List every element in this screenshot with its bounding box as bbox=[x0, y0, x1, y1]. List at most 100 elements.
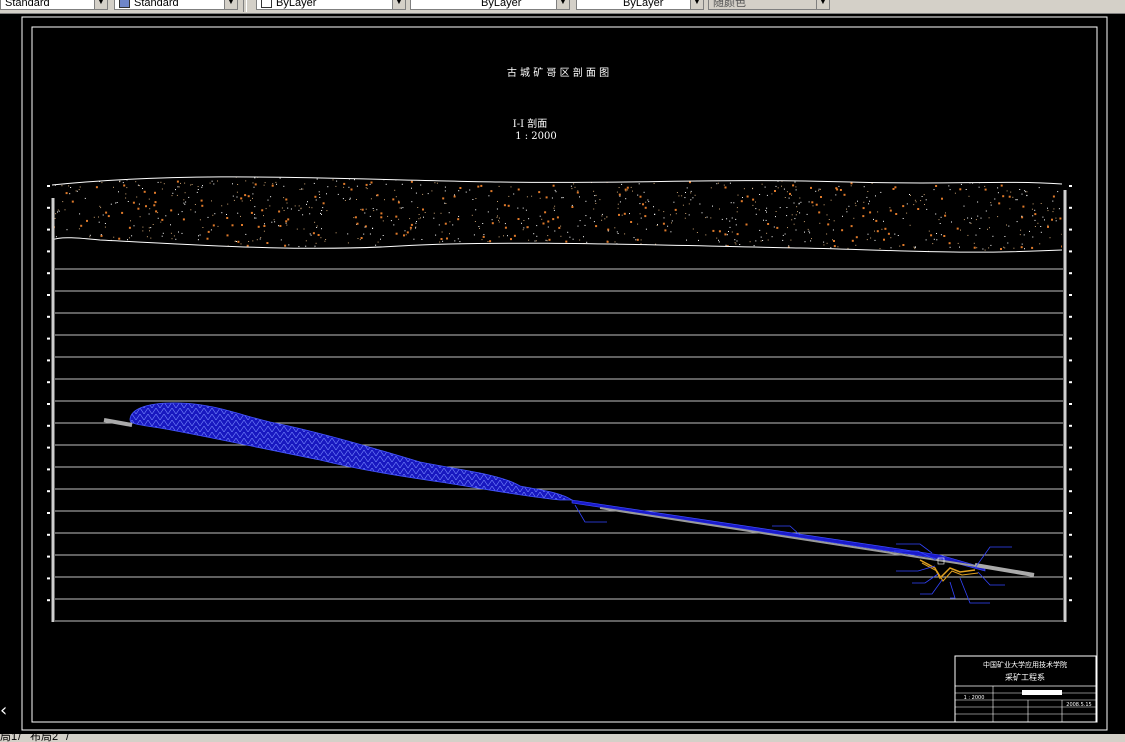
soil-speckle bbox=[421, 239, 423, 240]
soil-speckle bbox=[1022, 205, 1025, 208]
soil-speckle bbox=[659, 259, 660, 260]
soil-speckle bbox=[1020, 246, 1023, 249]
soil-speckle bbox=[854, 202, 856, 204]
soil-speckle bbox=[282, 255, 283, 256]
soil-speckle bbox=[107, 215, 110, 218]
soil-speckle bbox=[416, 221, 417, 222]
soil-speckle bbox=[481, 239, 483, 241]
soil-speckle bbox=[1048, 255, 1049, 256]
soil-speckle bbox=[423, 173, 424, 174]
linetype-select[interactable]: ByLayer ▼ bbox=[410, 0, 570, 10]
soil-speckle bbox=[656, 225, 658, 226]
soil-speckle bbox=[510, 186, 512, 188]
soil-speckle bbox=[792, 184, 795, 187]
soil-speckle bbox=[511, 174, 512, 175]
depth-tick bbox=[1069, 512, 1072, 514]
soil-speckle bbox=[815, 250, 818, 253]
chevron-down-icon[interactable]: ▼ bbox=[556, 0, 569, 9]
chevron-down-icon[interactable]: ▼ bbox=[94, 0, 107, 9]
soil-speckle bbox=[990, 254, 991, 255]
soil-speckle bbox=[448, 212, 450, 214]
plot-style-select[interactable]: 随颜色 ▼ bbox=[708, 0, 830, 10]
color-select[interactable]: ByLayer ▼ bbox=[256, 0, 406, 10]
soil-speckle bbox=[149, 208, 151, 210]
soil-speckle bbox=[390, 220, 392, 222]
soil-speckle bbox=[539, 215, 541, 217]
soil-speckle bbox=[641, 250, 644, 253]
soil-speckle bbox=[278, 210, 281, 213]
lineweight-select[interactable]: ByLayer ▼ bbox=[576, 0, 704, 10]
chevron-down-icon[interactable]: ▼ bbox=[690, 0, 703, 9]
soil-speckle bbox=[64, 209, 66, 211]
soil-speckle bbox=[479, 177, 480, 179]
soil-speckle bbox=[1053, 208, 1055, 210]
soil-speckle bbox=[406, 231, 409, 234]
soil-speckle bbox=[78, 189, 80, 191]
soil-speckle bbox=[490, 190, 493, 193]
soil-speckle bbox=[286, 202, 288, 204]
soil-speckle bbox=[277, 252, 280, 253]
soil-speckle bbox=[1000, 184, 1003, 187]
chevron-down-icon[interactable]: ▼ bbox=[392, 0, 405, 9]
soil-speckle bbox=[730, 202, 732, 204]
block-scale: 1 : 2000 bbox=[964, 695, 985, 701]
soil-speckle bbox=[347, 233, 349, 235]
soil-speckle bbox=[55, 236, 57, 238]
soil-speckle bbox=[859, 179, 861, 181]
soil-speckle bbox=[1034, 219, 1036, 221]
soil-speckle bbox=[89, 234, 91, 236]
soil-speckle bbox=[717, 182, 719, 184]
soil-speckle bbox=[636, 238, 639, 241]
chevron-left-icon[interactable]: ‹ bbox=[0, 700, 7, 721]
soil-speckle bbox=[343, 182, 346, 185]
soil-speckle bbox=[332, 179, 334, 181]
dim-style-select[interactable]: Standard ▼ bbox=[114, 0, 238, 10]
soil-speckle bbox=[604, 246, 607, 249]
soil-speckle bbox=[473, 234, 475, 236]
soil-speckle bbox=[68, 185, 70, 187]
tab-layout-2[interactable]: 布局2 bbox=[30, 734, 58, 742]
soil-speckle bbox=[364, 226, 366, 228]
soil-speckle bbox=[312, 232, 315, 235]
soil-speckle bbox=[868, 203, 870, 205]
soil-speckle bbox=[1009, 208, 1011, 210]
text-style-select[interactable]: Standard ▼ bbox=[0, 0, 108, 10]
soil-speckle bbox=[503, 204, 506, 207]
soil-speckle bbox=[449, 221, 451, 223]
soil-speckle bbox=[696, 232, 698, 233]
soil-speckle bbox=[759, 229, 761, 231]
soil-speckle bbox=[110, 203, 112, 205]
drawing-canvas[interactable]: 古 城 矿 哥 区 剖 面 图 I-I 剖面 1 : 2000 中国矿业大学应用… bbox=[0, 14, 1125, 734]
soil-speckle bbox=[103, 255, 104, 256]
soil-speckle bbox=[723, 253, 725, 255]
soil-speckle bbox=[242, 254, 243, 255]
chevron-down-icon[interactable]: ▼ bbox=[816, 0, 829, 9]
soil-speckle bbox=[78, 228, 80, 230]
soil-speckle bbox=[241, 200, 243, 202]
soil-speckle bbox=[967, 234, 969, 236]
soil-speckle bbox=[791, 194, 792, 196]
soil-speckle bbox=[839, 189, 842, 191]
soil-speckle bbox=[129, 176, 130, 178]
tab-layout-1[interactable]: 局1 bbox=[0, 734, 17, 742]
soil-speckle bbox=[254, 253, 255, 254]
soil-speckle bbox=[459, 241, 461, 243]
soil-speckle bbox=[531, 195, 533, 197]
soil-speckle bbox=[1034, 209, 1036, 211]
soil-speckle bbox=[489, 240, 492, 243]
soil-speckle bbox=[452, 245, 455, 248]
soil-speckle bbox=[63, 178, 65, 180]
soil-speckle bbox=[710, 217, 712, 219]
soil-speckle bbox=[108, 177, 110, 179]
soil-speckle bbox=[335, 185, 337, 187]
soil-speckle bbox=[603, 249, 605, 251]
soil-speckle bbox=[826, 242, 828, 244]
soil-speckle bbox=[954, 192, 956, 194]
soil-speckle bbox=[769, 177, 771, 179]
soil-speckle bbox=[177, 186, 179, 188]
soil-speckle bbox=[910, 173, 912, 175]
soil-speckle bbox=[420, 217, 421, 219]
soil-speckle bbox=[100, 234, 102, 236]
chevron-down-icon[interactable]: ▼ bbox=[224, 0, 237, 9]
soil-speckle bbox=[957, 242, 959, 244]
